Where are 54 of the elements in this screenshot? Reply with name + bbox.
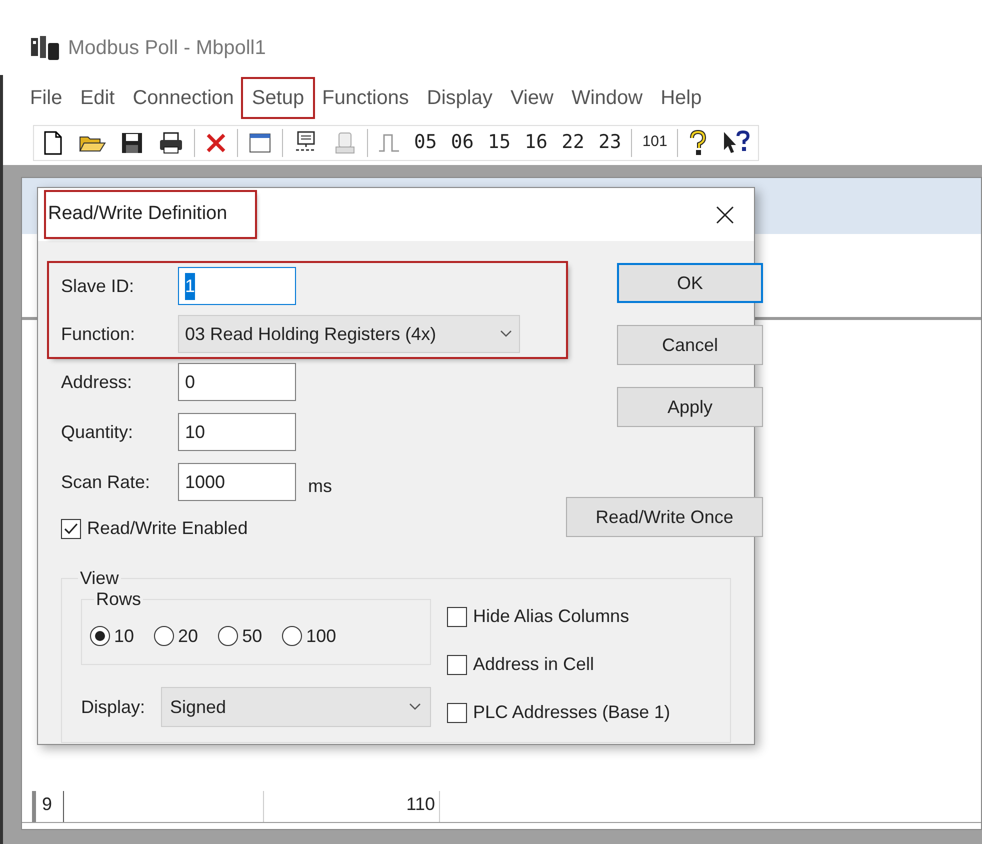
checkbox-label: Read/Write Enabled [87, 517, 248, 540]
menu-item[interactable]: File [21, 78, 72, 116]
dialog-button[interactable]: Apply [617, 387, 763, 427]
dialog-button[interactable]: Read/Write Once [566, 497, 763, 537]
radio-button[interactable]: 20 [154, 622, 198, 650]
menu-item[interactable]: Display [418, 78, 502, 116]
checkbox[interactable] [61, 518, 81, 538]
checkbox[interactable] [447, 654, 467, 674]
close-icon[interactable] [716, 206, 734, 224]
chevron-down-icon [408, 702, 422, 712]
function-dropdown[interactable]: 03 Read Holding Registers (4x) [178, 315, 520, 353]
radio-button[interactable]: 100 [282, 622, 336, 650]
radio-button[interactable]: 50 [218, 622, 262, 650]
input-field[interactable]: 0 [178, 363, 296, 401]
dialog-title: Read/Write Definition [46, 192, 256, 237]
toolbar-button[interactable]: 06 [446, 126, 478, 160]
field-label: Scan Rate: [61, 470, 152, 494]
field-label: Slave ID: [61, 274, 136, 298]
radio-button[interactable]: 10 [90, 622, 134, 650]
input-field[interactable]: 1000 [178, 463, 296, 501]
toolbar-button[interactable]: 22 [558, 126, 588, 160]
checkbox[interactable] [447, 606, 467, 626]
toolbar-button[interactable]: 15 [484, 126, 515, 160]
menu-item[interactable]: Window [562, 78, 652, 116]
checkbox-label: Hide Alias Columns [473, 605, 630, 628]
checkbox-label: Address in Cell [473, 653, 594, 676]
menu-item[interactable]: View [501, 78, 562, 116]
field-label: Function: [61, 322, 136, 346]
toolbar-button[interactable]: 101 [638, 126, 672, 160]
checkbox-label: PLC Addresses (Base 1) [473, 701, 670, 724]
field-label: Quantity: [61, 420, 134, 444]
field-label: Address: [61, 370, 134, 394]
menu-item[interactable]: Edit [71, 78, 124, 116]
menu-item[interactable]: Help [652, 78, 711, 116]
checkbox[interactable] [447, 702, 467, 722]
dialog-button[interactable]: OK [617, 263, 763, 303]
table-cell: 110 [264, 791, 440, 822]
display-dropdown[interactable]: Signed [161, 687, 431, 727]
app-icon [30, 34, 60, 60]
table-cell: 9 [32, 791, 64, 822]
input-field[interactable]: 1 [178, 267, 296, 305]
menu-item[interactable]: Functions [313, 78, 418, 116]
dialog-button[interactable]: Cancel [617, 325, 763, 365]
unit-label: ms [308, 474, 332, 498]
toolbar-button[interactable]: 16 [520, 126, 552, 160]
chevron-down-icon [499, 329, 513, 339]
check-icon [63, 520, 79, 536]
input-field[interactable]: 10 [178, 413, 296, 451]
menu-item[interactable]: Setup [242, 78, 314, 116]
toolbar-button[interactable]: 05 [410, 126, 441, 160]
toolbar-button[interactable]: 23 [594, 126, 626, 160]
menu-item[interactable]: Connection [124, 78, 243, 116]
field-label: Display: [81, 696, 146, 719]
window-title: Modbus Poll - Mbpoll1 [68, 36, 266, 60]
